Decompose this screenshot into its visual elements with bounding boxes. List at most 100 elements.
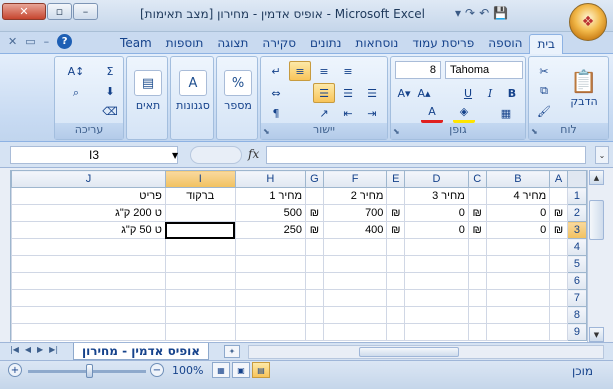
- page-break-view-icon[interactable]: ▦: [212, 362, 230, 378]
- wrap-text-button[interactable]: ↵: [265, 61, 287, 81]
- text-direction-button[interactable]: ¶: [265, 103, 287, 123]
- cell[interactable]: פריט: [11, 187, 166, 205]
- cut-button[interactable]: ✂: [533, 61, 555, 81]
- row-header[interactable]: 8: [566, 306, 587, 324]
- cell[interactable]: [305, 255, 324, 273]
- next-sheet-icon[interactable]: ▶: [37, 345, 43, 354]
- cell[interactable]: [467, 255, 487, 273]
- redo-icon[interactable]: ↷: [465, 6, 475, 20]
- first-sheet-icon[interactable]: |◀: [10, 345, 19, 354]
- cell[interactable]: ₪: [467, 204, 487, 222]
- cell[interactable]: ₪: [467, 221, 487, 239]
- row-header[interactable]: 6: [566, 272, 587, 290]
- cell[interactable]: [322, 289, 388, 307]
- tab-data[interactable]: נתונים: [303, 34, 348, 54]
- column-header[interactable]: D: [404, 170, 469, 188]
- cell[interactable]: [386, 255, 406, 273]
- cell[interactable]: [305, 187, 324, 205]
- zoom-level[interactable]: 100%: [172, 364, 203, 377]
- cell[interactable]: [322, 306, 388, 324]
- styles-button[interactable]: A סגנונות: [173, 61, 213, 121]
- cell[interactable]: [549, 289, 568, 307]
- save-icon[interactable]: 💾: [493, 6, 508, 20]
- cell[interactable]: [549, 255, 568, 273]
- increase-font-button[interactable]: A▴: [413, 83, 435, 103]
- cell[interactable]: [164, 289, 236, 307]
- cell[interactable]: [467, 187, 487, 205]
- cell[interactable]: [164, 255, 236, 273]
- cell[interactable]: [467, 306, 487, 324]
- normal-view-icon[interactable]: ▤: [252, 362, 270, 378]
- cell[interactable]: [404, 272, 469, 290]
- name-box[interactable]: I3: [10, 146, 178, 164]
- cell[interactable]: מחיר 2: [322, 187, 388, 205]
- zoom-out-button[interactable]: −: [150, 363, 164, 377]
- bold-button[interactable]: B: [501, 83, 523, 103]
- cell[interactable]: [467, 289, 487, 307]
- cell[interactable]: ט 200 ק"ג: [11, 204, 166, 222]
- cell[interactable]: [404, 255, 469, 273]
- cell[interactable]: [234, 272, 307, 290]
- cell[interactable]: [467, 272, 487, 290]
- row-header[interactable]: 7: [566, 289, 587, 307]
- cell[interactable]: [11, 289, 166, 307]
- horizontal-scroll-thumb[interactable]: [359, 347, 459, 357]
- cell[interactable]: [11, 323, 166, 341]
- cell[interactable]: [305, 238, 324, 256]
- cell[interactable]: מחיר 4: [485, 187, 551, 205]
- italic-button[interactable]: I: [479, 83, 501, 103]
- scroll-down-icon[interactable]: ▼: [589, 327, 604, 342]
- column-header[interactable]: A: [549, 170, 568, 188]
- ribbon-minimize-icon[interactable]: –: [44, 35, 50, 48]
- cell[interactable]: [485, 272, 551, 290]
- clear-button[interactable]: ⌫: [99, 101, 121, 121]
- font-launcher-icon[interactable]: ⬊: [393, 127, 400, 136]
- increase-indent-button[interactable]: ⇥: [361, 103, 383, 123]
- cell[interactable]: 0: [485, 221, 551, 239]
- help-icon[interactable]: ?: [57, 34, 73, 49]
- cell[interactable]: [467, 323, 487, 341]
- cell[interactable]: ₪: [549, 221, 568, 239]
- cell[interactable]: [404, 306, 469, 324]
- cell[interactable]: [305, 323, 324, 341]
- fill-button[interactable]: ⬇: [99, 81, 121, 101]
- cell[interactable]: [404, 323, 469, 341]
- cell[interactable]: [234, 289, 307, 307]
- cell[interactable]: ₪: [386, 221, 406, 239]
- cell[interactable]: 250: [234, 221, 307, 239]
- column-header[interactable]: F: [322, 170, 388, 188]
- vertical-scroll-thumb[interactable]: [589, 200, 604, 240]
- cell[interactable]: [164, 204, 236, 222]
- close-button[interactable]: ✕: [2, 3, 46, 20]
- cell[interactable]: [322, 238, 388, 256]
- cell[interactable]: [164, 238, 236, 256]
- borders-button[interactable]: ▦: [495, 103, 517, 123]
- cell[interactable]: [549, 187, 568, 205]
- cell[interactable]: [386, 323, 406, 341]
- cell[interactable]: [305, 289, 324, 307]
- cell[interactable]: [386, 187, 406, 205]
- cell[interactable]: [386, 289, 406, 307]
- cell[interactable]: [467, 238, 487, 256]
- prev-sheet-icon[interactable]: ◀: [25, 345, 31, 354]
- select-all-corner[interactable]: [566, 170, 587, 188]
- cell[interactable]: [164, 306, 236, 324]
- cell[interactable]: [164, 272, 236, 290]
- align-top-button[interactable]: ≡: [289, 61, 311, 81]
- orientation-button[interactable]: ↗: [313, 103, 335, 123]
- merge-center-button[interactable]: ⇔: [265, 83, 287, 103]
- cell[interactable]: ₪: [305, 204, 324, 222]
- row-header[interactable]: 5: [566, 255, 587, 273]
- underline-button[interactable]: U: [457, 83, 479, 103]
- cell[interactable]: [386, 272, 406, 290]
- page-layout-view-icon[interactable]: ▣: [232, 362, 250, 378]
- cell[interactable]: ₪: [305, 221, 324, 239]
- cell[interactable]: [234, 255, 307, 273]
- column-header[interactable]: H: [234, 170, 307, 188]
- row-header[interactable]: 9: [566, 323, 587, 341]
- restore-button[interactable]: ▫: [47, 3, 72, 20]
- cell[interactable]: [11, 255, 166, 273]
- cell[interactable]: [11, 306, 166, 324]
- copy-button[interactable]: ⧉: [533, 81, 555, 101]
- tab-team[interactable]: Team: [113, 34, 159, 54]
